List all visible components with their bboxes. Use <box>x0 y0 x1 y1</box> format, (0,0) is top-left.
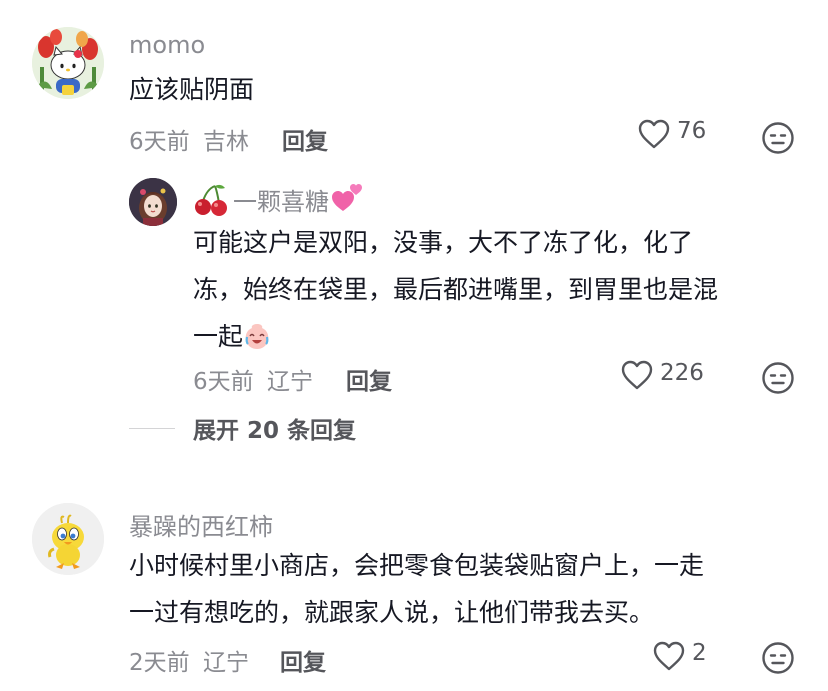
comment-time: 2天前 <box>129 650 190 676</box>
expand-replies-button[interactable]: 展开 20 条回复 <box>193 411 356 445</box>
comment-time: 6天前 <box>129 129 190 155</box>
meh-face-icon <box>762 362 794 394</box>
yellow-bird-avatar-icon <box>32 503 104 575</box>
comment-text-line: 冻，始终在袋里，最后都进嘴里，到胃里也是混 <box>193 275 719 304</box>
like-count: 226 <box>660 360 704 386</box>
comment-text: 应该贴阴面 <box>129 75 255 104</box>
comment-meta: 6天前 辽宁 <box>193 362 313 396</box>
comment-text: 可能这户是双阳，没事，大不了冻了化，化了 冻，始终在袋里，最后都进嘴里，到胃里也… <box>193 219 813 360</box>
comment-location: 辽宁 <box>266 369 313 395</box>
like-button[interactable]: 226 <box>620 359 704 391</box>
heart-icon <box>653 641 685 671</box>
comment-text-line: 可能这户是双阳，没事，大不了冻了化，化了 <box>193 228 694 257</box>
avatar[interactable] <box>32 27 104 99</box>
like-count: 76 <box>677 118 707 144</box>
meh-face-icon <box>762 122 794 154</box>
heart-icon <box>638 119 670 149</box>
two-hearts-icon <box>332 183 362 211</box>
avatar[interactable] <box>129 178 177 226</box>
like-button[interactable]: 2 <box>652 640 707 672</box>
meh-face-icon <box>762 642 794 674</box>
heart-icon <box>621 360 653 390</box>
comment-text-line-3: 一起 <box>193 313 813 360</box>
cherry-icon <box>195 184 227 216</box>
comment-location: 辽宁 <box>202 650 249 676</box>
username[interactable]: 一颗喜糖 <box>193 182 365 217</box>
hello-kitty-avatar-icon <box>32 27 104 99</box>
comment-meta: 6天前 吉林 <box>129 122 249 156</box>
like-count: 2 <box>692 640 707 666</box>
avatar[interactable] <box>32 503 104 575</box>
comment-text-line: 一起 <box>193 322 244 351</box>
reply-button[interactable]: 回复 <box>280 643 326 677</box>
comment-location: 吉林 <box>202 129 249 155</box>
reply-button[interactable]: 回复 <box>282 122 328 156</box>
comment-time: 6天前 <box>193 369 254 395</box>
like-button[interactable]: 76 <box>637 118 706 150</box>
username[interactable]: 暴躁的西红柿 <box>129 507 273 542</box>
laughing-crying-face-icon <box>245 324 269 349</box>
comment-text-line: 一过有想吃的，就跟家人说，让他们带我去买。 <box>129 598 655 627</box>
anime-girl-avatar-icon <box>129 178 177 226</box>
dislike-button[interactable] <box>761 641 795 679</box>
dislike-button[interactable] <box>761 121 795 159</box>
username-text: 一颗喜糖 <box>233 188 329 216</box>
dislike-button[interactable] <box>761 361 795 399</box>
username[interactable]: momo <box>129 31 205 59</box>
expand-divider <box>129 428 175 429</box>
comment-text: 小时候村里小商店，会把零食包装袋贴窗户上，一走 一过有想吃的，就跟家人说，让他们… <box>129 542 819 636</box>
comment-meta: 2天前 辽宁 <box>129 643 249 677</box>
reply-button[interactable]: 回复 <box>346 362 392 396</box>
comment-text-line: 小时候村里小商店，会把零食包装袋贴窗户上，一走 <box>129 551 705 580</box>
